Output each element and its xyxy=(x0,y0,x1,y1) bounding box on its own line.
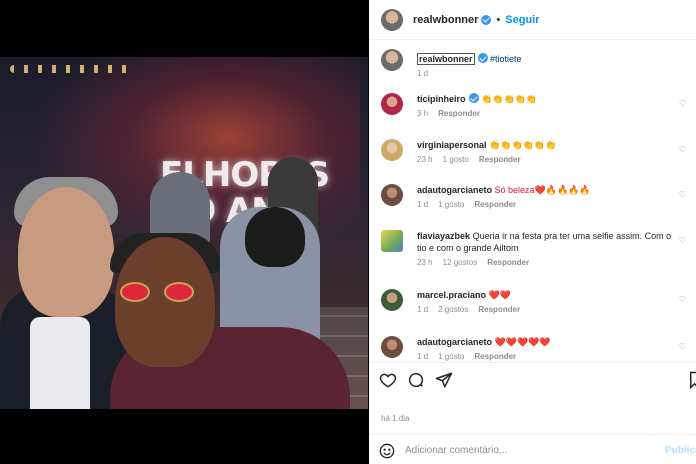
comment-time: 23 h xyxy=(417,155,433,164)
comments-list[interactable]: realwbonner #tiotiete 1 d ticipinheiro 👏… xyxy=(369,40,696,362)
comment-text: Só beleza❤️🔥🔥🔥🔥 xyxy=(494,185,591,195)
comment-time: 3 h xyxy=(417,109,429,118)
list-item: adautogarcianeto ❤️❤️❤️❤️❤️ 1 d 1 gosto Re… xyxy=(369,336,696,361)
reply-button[interactable]: Responder xyxy=(438,109,480,118)
caption-text: realwbonner #tiotiete xyxy=(417,49,696,65)
comment-text: ❤️❤️ xyxy=(488,290,511,300)
comment-icon[interactable] xyxy=(407,371,425,389)
comment-likes[interactable]: 2 gostos xyxy=(438,305,468,314)
reply-button[interactable]: Responder xyxy=(474,200,516,209)
commenter-avatar[interactable] xyxy=(381,230,403,252)
verified-icon xyxy=(481,14,492,25)
instagram-post-modal: ELHORES DO ANO realwbonner • Seguir real xyxy=(0,0,696,464)
like-comment-heart-icon[interactable]: ♡ xyxy=(679,99,686,108)
person-left-shirt xyxy=(30,317,90,409)
comment-text: ❤️❤️❤️❤️❤️ xyxy=(494,337,551,347)
comment-input[interactable] xyxy=(405,442,655,458)
list-item: adautogarcianeto Só beleza❤️🔥🔥🔥🔥 1 d 1 go… xyxy=(369,184,696,209)
commenter-avatar[interactable] xyxy=(381,184,403,206)
commenter-username[interactable]: ticipinheiro xyxy=(417,94,466,104)
comment-text: 👏👏👏👏👏 xyxy=(481,94,538,104)
reply-button[interactable]: Responder xyxy=(474,352,516,361)
comment-time: 1 d xyxy=(417,305,429,314)
publish-button[interactable]: Publicar xyxy=(665,445,696,456)
heart-icon[interactable] xyxy=(379,371,397,389)
person-right-face xyxy=(115,237,215,367)
author-username[interactable]: realwbonner xyxy=(413,14,478,26)
commenter-username[interactable]: virginiapersonal xyxy=(417,140,487,150)
commenter-username[interactable]: marcel.praciano xyxy=(417,290,486,300)
comment-likes[interactable]: 1 gosto xyxy=(443,155,469,164)
share-icon[interactable] xyxy=(435,371,453,389)
commenter-username[interactable]: adautogarcianeto xyxy=(417,337,492,347)
list-item: virginiapersonal 👏👏👏👏👏👏 23 h 1 gosto Respo… xyxy=(369,139,696,164)
person-left-face xyxy=(18,187,114,317)
reply-button[interactable]: Responder xyxy=(479,155,521,164)
commenter-avatar[interactable] xyxy=(381,139,403,161)
comment-time: 1 d xyxy=(417,200,429,209)
verified-icon xyxy=(468,93,479,103)
verified-icon xyxy=(477,53,488,63)
author-avatar[interactable] xyxy=(381,49,403,71)
post-time: há 1 dia xyxy=(381,414,410,423)
follow-button[interactable]: Seguir xyxy=(505,14,539,26)
comment-text: 👏👏👏👏👏👏 xyxy=(489,140,557,150)
post-header: realwbonner • Seguir xyxy=(369,0,696,40)
comment-likes[interactable]: 1 gosto xyxy=(438,352,464,361)
list-item: ticipinheiro 👏👏👏👏👏 3 h Responder ♡ xyxy=(369,93,696,118)
caption-username[interactable]: realwbonner xyxy=(417,53,475,65)
list-item: marcel.praciano ❤️❤️ 1 d 2 gostos Responde… xyxy=(369,289,696,314)
like-comment-heart-icon[interactable]: ♡ xyxy=(679,145,686,154)
like-comment-heart-icon[interactable]: ♡ xyxy=(679,295,686,304)
reply-button[interactable]: Responder xyxy=(487,258,529,267)
comment-time: 23 h xyxy=(417,258,433,267)
commenter-username[interactable]: flaviayazbek xyxy=(417,231,470,241)
emoji-icon[interactable] xyxy=(379,443,395,459)
commenter-username[interactable]: adautogarcianeto xyxy=(417,185,492,195)
add-comment-bar: Publicar xyxy=(369,434,696,464)
author-avatar[interactable] xyxy=(381,8,403,31)
post-sidebar: realwbonner • Seguir realwbonner #tiotie… xyxy=(369,0,696,464)
reply-button[interactable]: Responder xyxy=(478,305,520,314)
like-comment-heart-icon[interactable]: ♡ xyxy=(679,190,686,199)
commenter-avatar[interactable] xyxy=(381,289,403,311)
commenter-avatar[interactable] xyxy=(381,336,403,358)
caption: realwbonner #tiotiete 1 d xyxy=(369,49,696,89)
background-person-head xyxy=(245,207,305,267)
caption-hashtag[interactable]: #tiotiete xyxy=(490,54,522,64)
caption-meta: 1 d xyxy=(417,69,696,78)
comment-time: 1 d xyxy=(417,352,429,361)
stage-bulbs xyxy=(10,65,130,73)
red-glasses xyxy=(118,282,204,302)
header-separator: • xyxy=(496,13,501,26)
comment-likes[interactable]: 1 gosto xyxy=(438,200,464,209)
caption-time: 1 d xyxy=(417,69,429,78)
comment-likes[interactable]: 12 gostos xyxy=(443,258,478,267)
list-item: flaviayazbek Queria ir na festa pra ter … xyxy=(369,230,696,267)
action-bar xyxy=(369,362,696,402)
like-comment-heart-icon[interactable]: ♡ xyxy=(679,342,686,351)
commenter-avatar[interactable] xyxy=(381,93,403,115)
save-icon[interactable] xyxy=(687,371,696,389)
like-comment-heart-icon[interactable]: ♡ xyxy=(679,236,686,245)
post-image[interactable]: ELHORES DO ANO xyxy=(0,57,368,409)
